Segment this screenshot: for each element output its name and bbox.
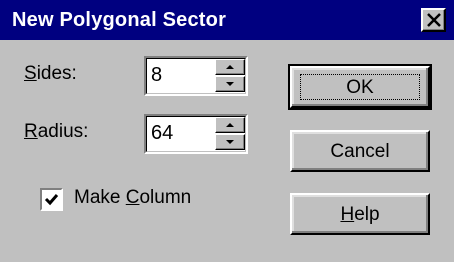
help-button[interactable]: Help [290, 193, 430, 235]
radius-label: Radius: [24, 121, 89, 142]
arrow-down-icon [226, 82, 234, 86]
sides-value[interactable]: 8 [151, 64, 162, 86]
radius-spinbox[interactable]: 64 [144, 114, 248, 154]
close-icon [427, 13, 441, 27]
radius-increment-button[interactable] [215, 117, 245, 133]
dialog-title: New Polygonal Sector [12, 9, 227, 31]
arrow-up-icon [226, 123, 234, 127]
title-bar: New Polygonal Sector [0, 0, 454, 40]
radius-value[interactable]: 64 [151, 122, 173, 144]
sides-increment-button[interactable] [215, 59, 245, 75]
arrow-down-icon [226, 140, 234, 144]
ok-button[interactable]: OK [288, 64, 432, 110]
make-column-label[interactable]: Make Column [74, 187, 191, 209]
sides-spinbox[interactable]: 8 [144, 56, 248, 96]
checkmark-icon [44, 194, 59, 206]
new-polygonal-sector-dialog: New Polygonal Sector Sides: 8 Radius: 64 [0, 0, 454, 262]
make-column-checkbox[interactable] [40, 188, 63, 211]
cancel-button[interactable]: Cancel [290, 130, 430, 172]
arrow-up-icon [226, 65, 234, 69]
sides-label: Sides: [24, 63, 77, 84]
radius-decrement-button[interactable] [215, 134, 245, 150]
close-button[interactable] [421, 8, 446, 32]
sides-decrement-button[interactable] [215, 76, 245, 92]
